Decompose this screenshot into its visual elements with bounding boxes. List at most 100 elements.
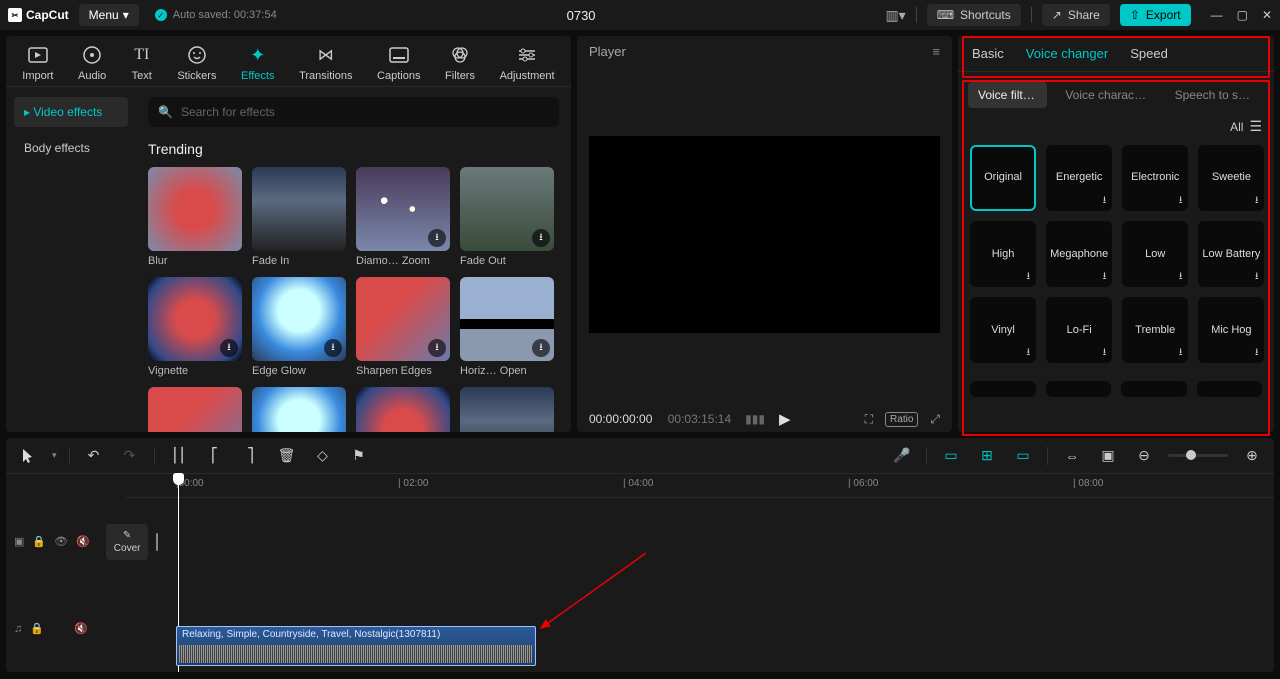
download-icon[interactable]: ⭳ [1179,271,1183,283]
tab-text[interactable]: TIText [125,44,159,82]
snap-icon-2[interactable]: ⊞ [975,444,999,468]
voice-card[interactable]: Vinyl⭳ [970,297,1036,363]
scale-icon[interactable]: ⛶ [865,412,873,427]
snap-icon-3[interactable]: ▭ [1011,444,1035,468]
effect-card[interactable]: ⭳Diamo… Zoom [356,167,450,267]
download-icon[interactable]: ⭳ [1103,347,1107,359]
voice-card[interactable] [1121,381,1187,397]
track-misc-icon[interactable]: ▣ [14,535,24,548]
trim-right-icon[interactable]: ⎤ [239,444,263,468]
preview-icon[interactable]: ▣ [1096,444,1120,468]
voice-card[interactable] [1197,381,1263,397]
effect-card[interactable]: Fade In [252,167,346,267]
zoom-out-icon[interactable]: ⊖ [1132,444,1156,468]
all-label[interactable]: All [1230,120,1243,134]
lock-icon[interactable]: 🔒 [30,622,44,635]
effect-card[interactable]: ⭳Fade Out [460,167,554,267]
tab-transitions[interactable]: ⋈Transitions [293,44,358,82]
download-icon[interactable]: ⭳ [1255,347,1259,359]
effect-card[interactable] [356,387,450,432]
effect-card[interactable]: ⭳Vignette [148,277,242,377]
flag-icon[interactable]: ⚑ [347,444,371,468]
download-icon[interactable]: ⭳ [1255,271,1259,283]
voice-card[interactable]: Sweetie⭳ [1198,145,1264,211]
ratio-button[interactable]: Ratio [885,412,918,427]
effect-card[interactable] [252,387,346,432]
voice-card[interactable]: Energetic⭳ [1046,145,1112,211]
effect-card[interactable] [460,387,554,432]
subtab-voice-filters[interactable]: Voice filters [968,82,1047,108]
tab-basic[interactable]: Basic [972,46,1004,61]
voice-card[interactable] [1046,381,1112,397]
download-icon[interactable]: ⭳ [220,339,238,357]
split-icon[interactable]: ⎮⎮ [167,444,191,468]
align-icon[interactable]: ⇔ [1060,444,1084,468]
voice-card[interactable]: Electronic⭳ [1122,145,1188,211]
voice-card[interactable]: Megaphone⭳ [1046,221,1112,287]
maximize-icon[interactable]: ▢ [1237,8,1248,22]
download-icon[interactable]: ⭳ [1103,271,1107,283]
shortcuts-button[interactable]: ⌨ Shortcuts [927,4,1021,26]
voice-card[interactable]: Low⭳ [1122,221,1188,287]
tab-audio[interactable]: Audio [72,44,112,82]
eye-icon[interactable]: 👁 [54,535,68,548]
effects-search[interactable]: 🔍 Search for effects [148,97,559,127]
effect-card[interactable]: ⭳Sharpen Edges [356,277,450,377]
download-icon[interactable]: ⭳ [532,339,550,357]
tab-captions[interactable]: Captions [371,44,426,82]
subtab-voice-characters[interactable]: Voice charact… [1055,82,1156,108]
download-icon[interactable]: ⭳ [1027,271,1031,283]
audio-track-icon[interactable]: ♫ [14,623,22,635]
voice-card[interactable]: Original [970,145,1036,211]
voice-card[interactable]: High⭳ [970,221,1036,287]
download-icon[interactable]: ⭳ [428,339,446,357]
mute-icon[interactable]: 🔇 [74,622,88,635]
tab-adjustment[interactable]: Adjustment [494,44,561,82]
close-icon[interactable]: ✕ [1262,8,1272,22]
effect-card[interactable]: ⭳Edge Glow [252,277,346,377]
download-icon[interactable]: ⭳ [1255,195,1259,207]
zoom-thumb[interactable] [1186,450,1196,460]
voice-card[interactable]: Tremble⭳ [1122,297,1188,363]
tab-stickers[interactable]: Stickers [171,44,222,82]
timeline-ruler[interactable]: |00:00 | 02:00 | 04:00 | 06:00 | 08:00 [126,474,1274,498]
sidebar-item-video-effects[interactable]: ▸ Video effects [14,97,128,127]
tab-voice-changer[interactable]: Voice changer [1026,46,1108,61]
filter-icon[interactable]: ☰ [1249,118,1262,135]
download-icon[interactable]: ⭳ [1179,347,1183,359]
audio-clip[interactable]: Relaxing, Simple, Countryside, Travel, N… [176,626,536,666]
tab-speed[interactable]: Speed [1130,46,1168,61]
download-icon[interactable]: ⭳ [1103,195,1107,207]
pointer-tool[interactable] [16,444,40,468]
tab-filters[interactable]: Filters [439,44,481,82]
player-canvas[interactable] [589,73,940,396]
menu-button[interactable]: Menu ▾ [79,4,139,26]
download-icon[interactable]: ⭳ [428,229,446,247]
share-button[interactable]: ↗ Share [1042,4,1110,26]
download-icon[interactable]: ⭳ [1179,195,1183,207]
layout-icon[interactable]: ▥▾ [885,7,905,24]
voice-card[interactable]: Mic Hog⭳ [1198,297,1264,363]
mic-icon[interactable]: 🎤 [890,444,914,468]
download-icon[interactable]: ⭳ [532,229,550,247]
marker-icon[interactable]: ◇ [311,444,335,468]
effect-card[interactable]: ⭳Horiz… Open [460,277,554,377]
snap-icon-1[interactable]: ▭ [939,444,963,468]
zoom-slider[interactable] [1168,454,1228,457]
play-icon[interactable]: ▶ [779,410,791,428]
pointer-chevron[interactable]: ▾ [52,450,57,461]
timeline-tracks[interactable]: |00:00 | 02:00 | 04:00 | 06:00 | 08:00 R… [126,474,1274,672]
lock-icon[interactable]: 🔒 [32,535,46,548]
minimize-icon[interactable]: — [1211,8,1223,22]
player-menu-icon[interactable]: ≡ [932,44,940,59]
export-button[interactable]: ⇧ Export [1120,4,1191,26]
effect-card[interactable]: Blur [148,167,242,267]
effect-card[interactable] [148,387,242,432]
delete-icon[interactable]: 🗑 [275,444,299,468]
sidebar-item-body-effects[interactable]: Body effects [14,133,128,163]
tab-effects[interactable]: ✦Effects [235,44,280,82]
undo-icon[interactable]: ↶ [82,444,106,468]
preview-quality-icon[interactable]: ▮▮▮ [745,412,765,426]
download-icon[interactable]: ⭳ [1027,347,1031,359]
download-icon[interactable]: ⭳ [324,339,342,357]
